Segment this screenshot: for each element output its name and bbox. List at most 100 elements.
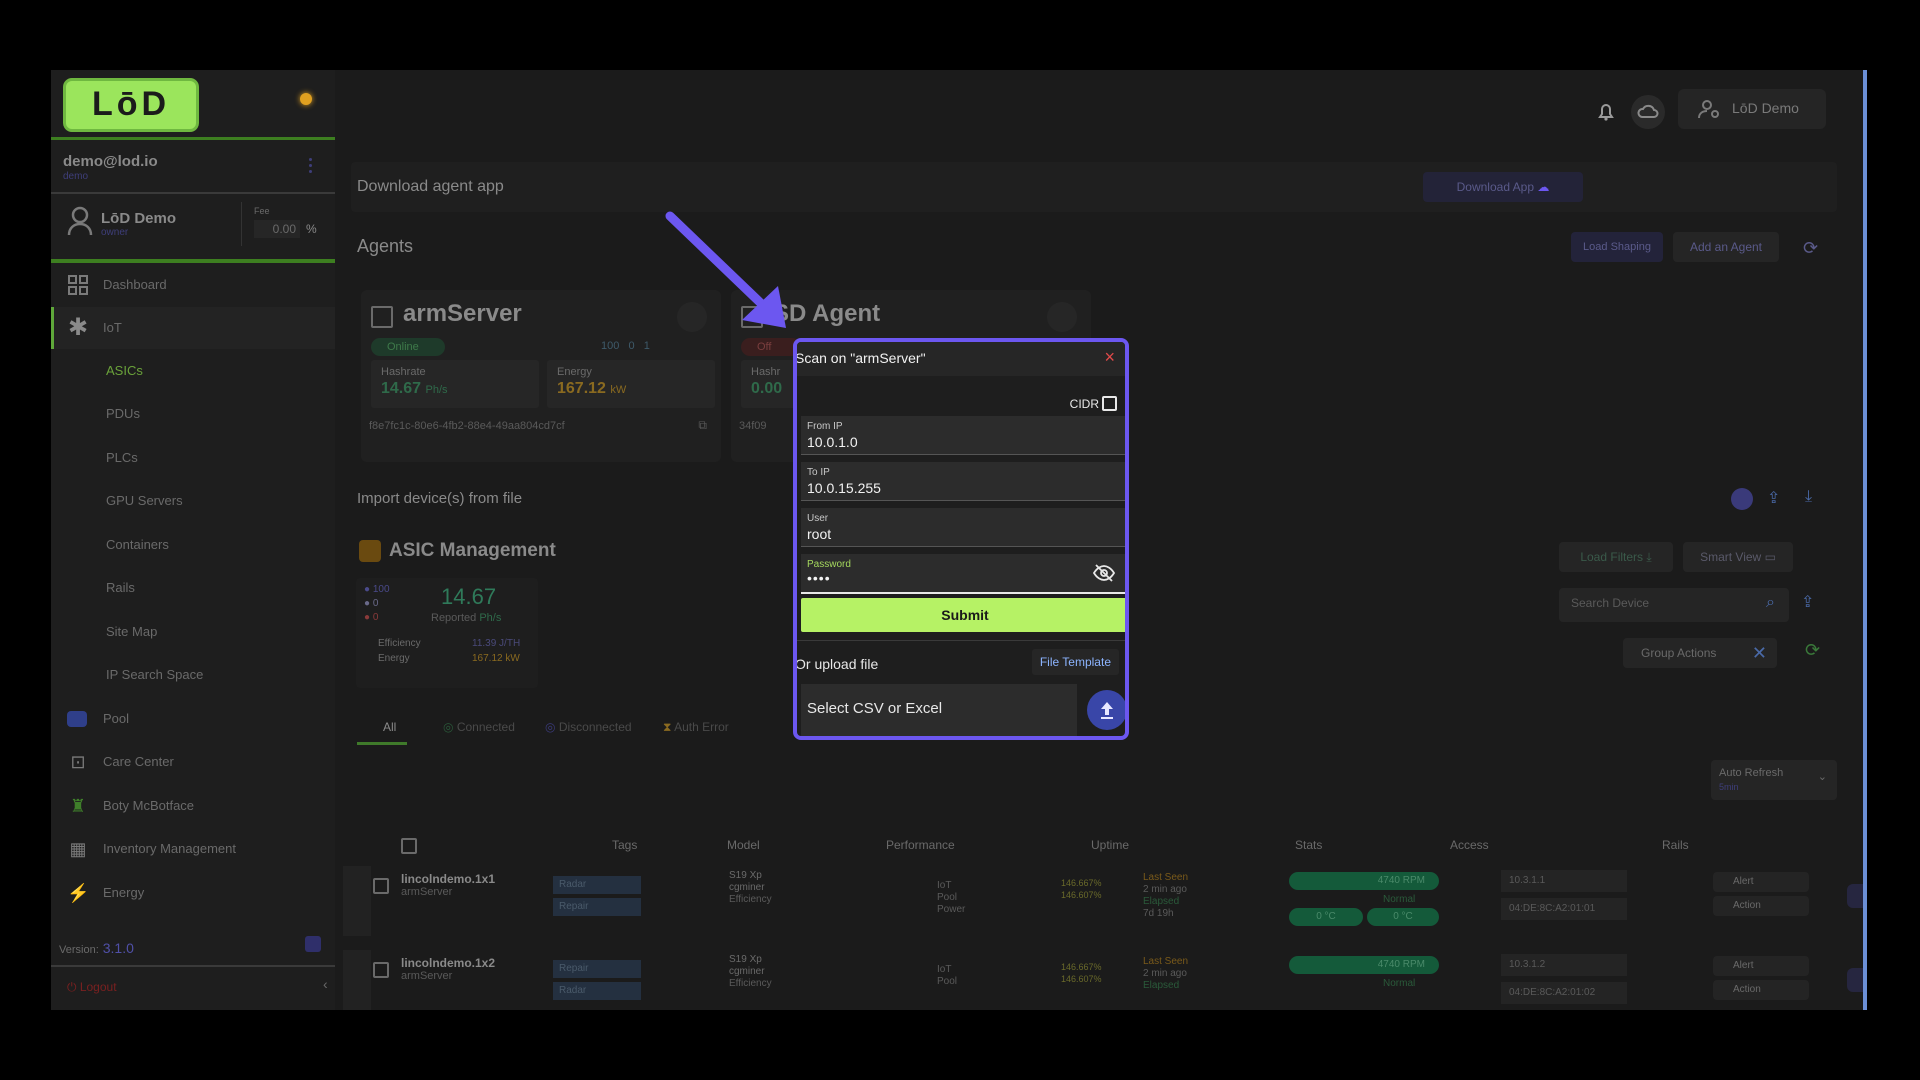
to-ip-field[interactable]: To IP 10.0.15.255 bbox=[801, 462, 1125, 501]
refresh-icon[interactable]: ⟳ bbox=[1803, 238, 1818, 259]
file-select-input[interactable]: Select CSV or Excel bbox=[801, 684, 1077, 736]
version-text: Version: bbox=[59, 944, 99, 956]
smart-view-button[interactable]: Smart View ▭ bbox=[1683, 542, 1793, 572]
nav-dashboard[interactable]: Dashboard bbox=[51, 264, 335, 306]
tab-all[interactable]: All bbox=[383, 720, 396, 734]
legend-value: 0 bbox=[372, 598, 379, 609]
header-tags: Tags bbox=[612, 838, 638, 852]
device-ip[interactable]: 10.3.1.1 bbox=[1501, 870, 1627, 892]
nav-containers[interactable]: Containers bbox=[51, 524, 335, 566]
divider bbox=[797, 640, 1125, 641]
model-sub: Efficiency bbox=[729, 978, 772, 989]
grid-icon bbox=[68, 275, 88, 295]
sync-icon[interactable]: ⟳ bbox=[1805, 640, 1820, 661]
reported-label: Reported bbox=[431, 612, 477, 624]
changelog-icon[interactable] bbox=[305, 936, 321, 952]
user-menu-button[interactable]: LōD Demo bbox=[1678, 89, 1826, 129]
collapse-sidebar-icon[interactable]: ‹ bbox=[323, 976, 328, 992]
briefcase-icon: ⊡ bbox=[70, 752, 86, 772]
agent-checkbox[interactable] bbox=[741, 306, 763, 328]
table-row[interactable]: lincolndemo.1x1 armServer Radar Repair S… bbox=[343, 866, 1866, 946]
auto-refresh-select[interactable]: Auto Refresh 5min ⌄ bbox=[1711, 760, 1837, 800]
fee-input[interactable]: 0.00 bbox=[254, 220, 300, 238]
cidr-checkbox[interactable] bbox=[1102, 396, 1117, 411]
copy-icon[interactable]: ⧉ bbox=[698, 418, 707, 433]
submit-button[interactable]: Submit bbox=[801, 598, 1125, 632]
table-row[interactable]: lincolndemo.1x2 armServer Repair Radar S… bbox=[343, 950, 1866, 1010]
tag-chip[interactable]: Repair bbox=[553, 898, 641, 916]
password-field[interactable]: Password •••• bbox=[801, 554, 1125, 594]
asic-hashrate-label: Reported Ph/s bbox=[431, 612, 501, 624]
group-actions-button[interactable]: Group Actions ✕ bbox=[1623, 638, 1777, 668]
legend-value: 0 bbox=[372, 612, 379, 623]
nav-pdus[interactable]: PDUs bbox=[51, 393, 335, 435]
logout-button[interactable]: ⏻ Logout bbox=[67, 980, 117, 995]
agent-settings-icon[interactable] bbox=[1047, 302, 1077, 332]
nav-gpu-servers[interactable]: GPU Servers bbox=[51, 480, 335, 522]
info-icon[interactable] bbox=[1731, 488, 1753, 510]
theme-sun-icon[interactable] bbox=[300, 93, 312, 105]
share-icon[interactable]: ⇪ bbox=[1801, 592, 1814, 612]
from-ip-field[interactable]: From IP 10.0.1.0 bbox=[801, 416, 1125, 455]
nav-plcs[interactable]: PLCs bbox=[51, 437, 335, 479]
select-all-checkbox[interactable] bbox=[401, 838, 417, 854]
agent-checkbox[interactable] bbox=[371, 306, 393, 328]
file-template-button[interactable]: File Template bbox=[1031, 649, 1119, 675]
tag-chip[interactable]: Repair bbox=[553, 960, 641, 978]
nav-iot[interactable]: ✱ IoT bbox=[51, 307, 335, 349]
tab-disconnected[interactable]: ◎ Disconnected bbox=[545, 720, 632, 734]
nav-rails[interactable]: Rails bbox=[51, 567, 335, 609]
device-model: S19 Xp bbox=[729, 870, 762, 881]
load-filters-button[interactable]: Load Filters ⤓ bbox=[1559, 542, 1673, 572]
tab-auth-error[interactable]: ⧗ Auth Error bbox=[663, 720, 729, 735]
more-options-icon[interactable] bbox=[309, 158, 313, 176]
close-icon[interactable]: × bbox=[1104, 347, 1115, 368]
divider bbox=[51, 192, 335, 194]
device-name[interactable]: lincolndemo.1x2 bbox=[401, 956, 495, 970]
download-icon[interactable]: ⤓ bbox=[1805, 488, 1812, 506]
agent-card-armserver[interactable]: armServer Online 100 0 1 Hashrate 14.67 … bbox=[361, 290, 721, 462]
tab-connected[interactable]: ◎ Connected bbox=[443, 720, 515, 734]
nav-care-center[interactable]: ⊡ Care Center bbox=[51, 741, 335, 783]
export-icon[interactable]: ⇪ bbox=[1767, 488, 1780, 508]
add-agent-button[interactable]: Add an Agent bbox=[1673, 232, 1779, 262]
nav-label: Energy bbox=[103, 885, 145, 900]
legend-item: ● 0 bbox=[364, 612, 379, 623]
cloud-icon[interactable] bbox=[1631, 95, 1665, 129]
bell-icon[interactable] bbox=[1589, 95, 1623, 129]
download-app-button[interactable]: Download App ☁ bbox=[1423, 172, 1583, 202]
nav-ip-search-space[interactable]: IP Search Space bbox=[51, 654, 335, 696]
action-toggle[interactable]: Action bbox=[1713, 980, 1809, 1000]
tag-chip[interactable]: Radar bbox=[553, 876, 641, 894]
alert-toggle[interactable]: Alert bbox=[1713, 956, 1809, 976]
status-badge: Off bbox=[741, 338, 801, 356]
fee-label: Fee bbox=[254, 206, 270, 216]
alert-toggle[interactable]: Alert bbox=[1713, 872, 1809, 892]
action-toggle[interactable]: Action bbox=[1713, 896, 1809, 916]
nav-site-map[interactable]: Site Map bbox=[51, 611, 335, 653]
tag-chip[interactable]: Radar bbox=[553, 982, 641, 1000]
nav-energy[interactable]: ⚡ Energy bbox=[51, 872, 335, 914]
load-shaping-button[interactable]: Load Shaping bbox=[1571, 232, 1663, 262]
user-email: demo@lod.io bbox=[63, 153, 158, 170]
eye-off-icon[interactable] bbox=[1093, 564, 1115, 582]
device-name[interactable]: lincolndemo.1x1 bbox=[401, 872, 495, 886]
fan-rpm: 4740 RPM bbox=[1289, 872, 1439, 890]
energy-unit: kW bbox=[610, 384, 627, 396]
nav-boty-mcbotface[interactable]: ♜ Boty McBotface bbox=[51, 785, 335, 827]
row-checkbox[interactable] bbox=[373, 962, 389, 978]
search-device-input[interactable]: Search Device ⌕ bbox=[1559, 588, 1789, 622]
row-checkbox[interactable] bbox=[373, 878, 389, 894]
nav-asics[interactable]: ASICs bbox=[51, 350, 335, 392]
nav-pool[interactable]: Pool bbox=[51, 698, 335, 740]
upload-label: Or upload file bbox=[795, 656, 879, 672]
fee-box: Fee 0.00 % bbox=[241, 202, 317, 246]
user-field[interactable]: User root bbox=[801, 508, 1125, 547]
upload-button[interactable] bbox=[1087, 690, 1125, 730]
agent-settings-icon[interactable] bbox=[677, 302, 707, 332]
nav-inventory-management[interactable]: ▦ Inventory Management bbox=[51, 828, 335, 870]
download-panel: Download agent app Download App ☁ bbox=[351, 162, 1837, 212]
device-ip[interactable]: 10.3.1.2 bbox=[1501, 954, 1627, 976]
dialog-header: Scan on "armServer" × bbox=[797, 342, 1125, 376]
lod-logo[interactable]: LōD bbox=[63, 78, 199, 132]
